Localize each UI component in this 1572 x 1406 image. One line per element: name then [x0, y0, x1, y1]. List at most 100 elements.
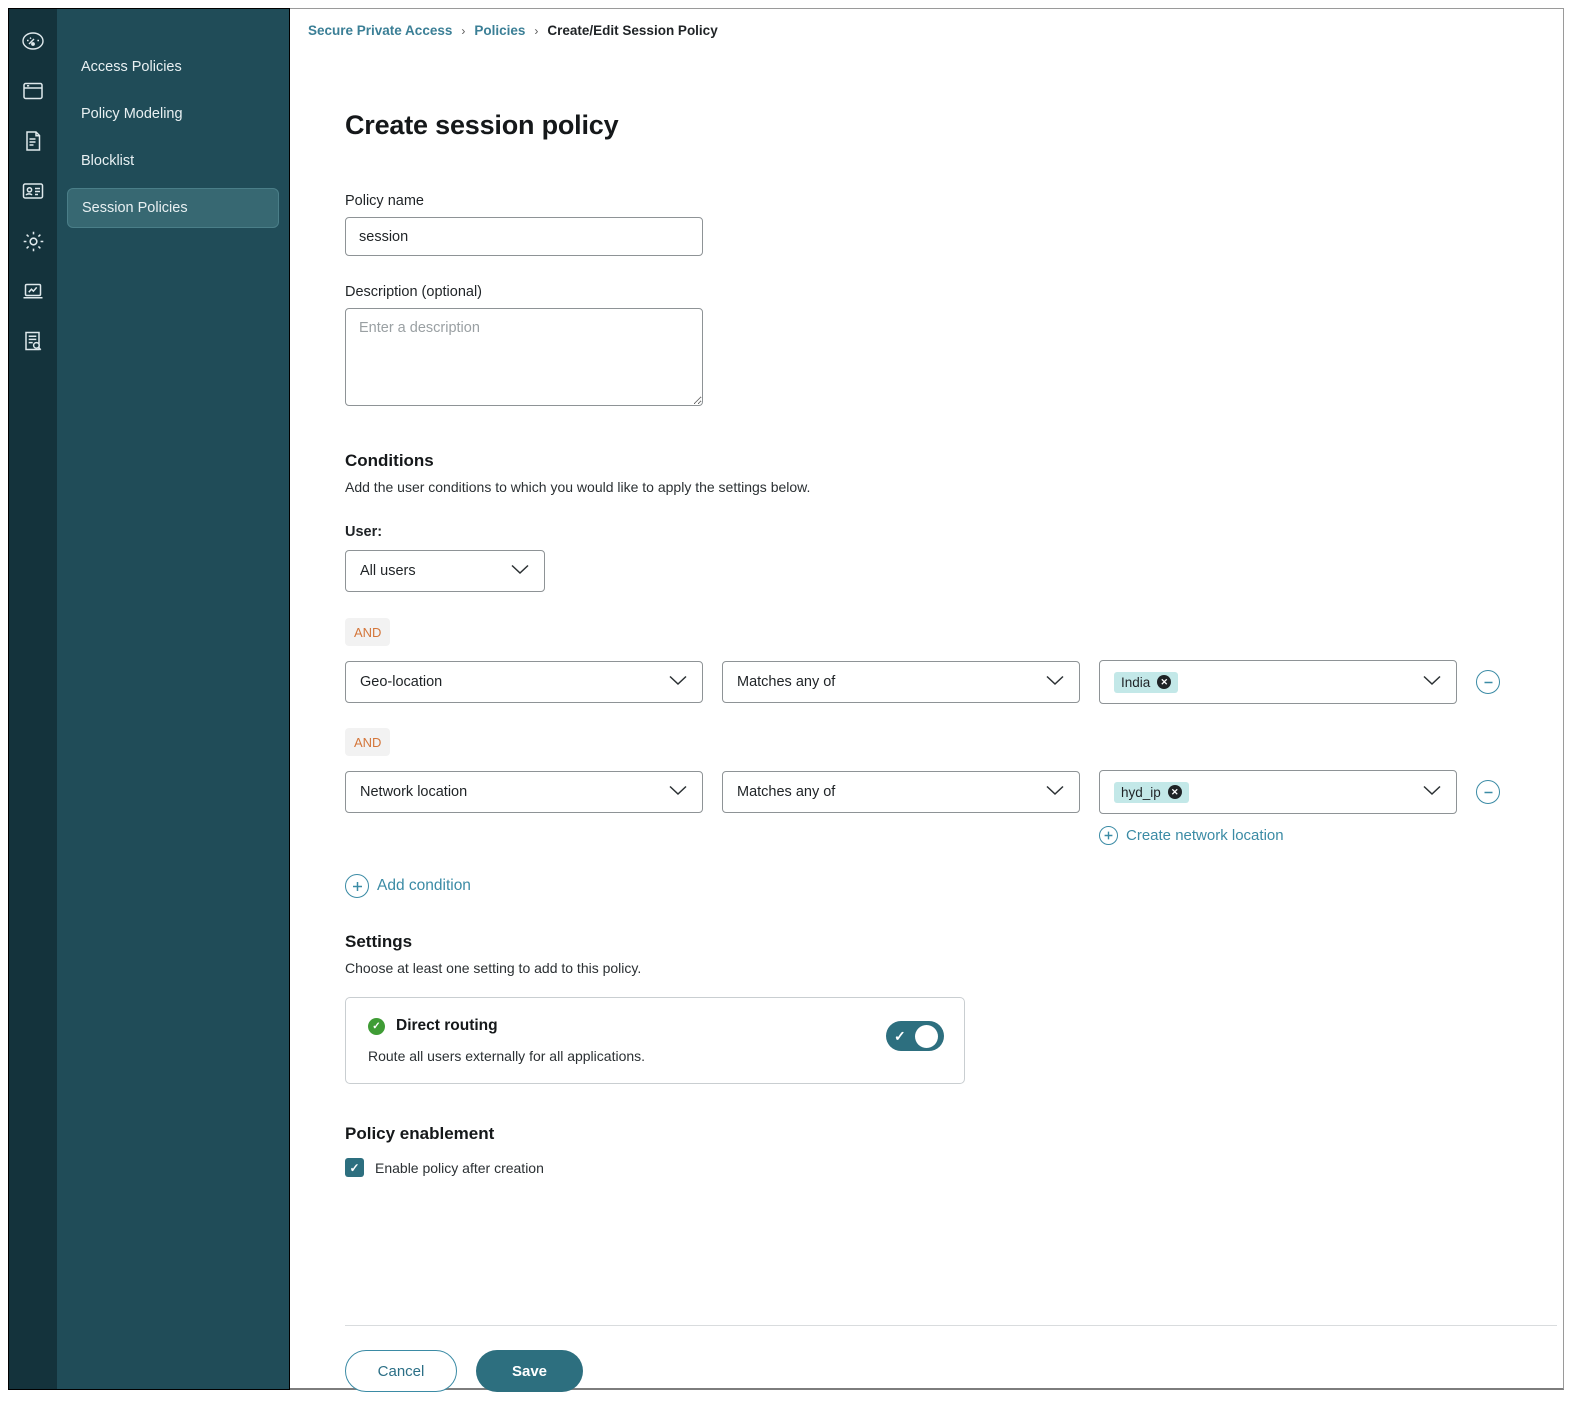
policy-name-input[interactable] — [345, 217, 703, 256]
description-textarea[interactable] — [345, 308, 703, 406]
chip-remove-icon[interactable]: ✕ — [1168, 785, 1182, 799]
app-root: Access Policies Policy Modeling Blocklis… — [0, 0, 1572, 1406]
sidebar-item-label: Policy Modeling — [81, 106, 183, 122]
add-condition-row: Add condition — [345, 874, 1563, 898]
condition-operator-select[interactable]: Matches any of — [722, 661, 1080, 703]
sidebar-item-session-policies[interactable]: Session Policies — [67, 188, 279, 228]
main-panel: Secure Private Access › Policies › Creat… — [290, 8, 1564, 1390]
enable-policy-row[interactable]: ✓ Enable policy after creation — [345, 1158, 1563, 1177]
condition-operator-value: Matches any of — [737, 784, 835, 800]
chevron-down-icon — [1419, 672, 1445, 692]
enable-policy-label: Enable policy after creation — [375, 1160, 544, 1176]
setting-card-title: Direct routing — [396, 1017, 498, 1035]
chevron-down-icon — [1042, 672, 1068, 692]
identity-card-icon[interactable] — [19, 177, 47, 205]
page-title: Create session policy — [345, 110, 1563, 141]
nav-items: Access Policies Policy Modeling Blocklis… — [57, 9, 289, 1389]
icon-rail — [9, 9, 57, 1389]
condition-value-multiselect[interactable]: India ✕ — [1099, 660, 1457, 704]
condition-attribute-select[interactable]: Network location — [345, 771, 703, 813]
breadcrumb: Secure Private Access › Policies › Creat… — [290, 9, 1563, 38]
sidebar-item-access-policies[interactable]: Access Policies — [67, 47, 279, 87]
chevron-down-icon — [1042, 782, 1068, 802]
conditions-title: Conditions — [345, 451, 1563, 471]
user-label: User: — [345, 524, 1563, 540]
user-select-value: All users — [360, 563, 416, 579]
setting-card-direct-routing: ✓ Direct routing Route all users externa… — [345, 997, 965, 1084]
description-label: Description (optional) — [345, 284, 1563, 300]
condition-attribute-value: Geo-location — [360, 674, 442, 690]
policy-document-icon[interactable] — [19, 127, 47, 155]
policy-enablement-section: Policy enablement ✓ Enable policy after … — [345, 1124, 1563, 1177]
conditions-subtitle: Add the user conditions to which you wou… — [345, 479, 1563, 495]
chevron-down-icon — [665, 782, 691, 802]
create-network-location-row: Create network location — [1099, 826, 1563, 846]
left-navigation: Access Policies Policy Modeling Blocklis… — [8, 8, 290, 1390]
create-network-location-label: Create network location — [1126, 827, 1284, 844]
sidebar-item-blocklist[interactable]: Blocklist — [67, 141, 279, 181]
breadcrumb-policies[interactable]: Policies — [474, 23, 525, 38]
setting-card-header: ✓ Direct routing — [368, 1017, 645, 1035]
add-condition-label: Add condition — [377, 877, 471, 895]
chevron-down-icon — [507, 561, 533, 581]
chevron-down-icon — [665, 672, 691, 692]
remove-condition-icon[interactable] — [1476, 670, 1500, 694]
cancel-button[interactable]: Cancel — [345, 1350, 457, 1392]
policy-name-field-group: Policy name — [345, 193, 1563, 256]
value-chip-label: India — [1121, 675, 1150, 690]
setting-card-description: Route all users externally for all appli… — [368, 1048, 645, 1064]
chevron-down-icon — [1419, 782, 1445, 802]
settings-title: Settings — [345, 932, 1563, 952]
description-field-group: Description (optional) — [345, 284, 1563, 411]
condition-row-network-location: Network location Matches any of hyd — [345, 770, 1563, 814]
and-separator: AND — [345, 728, 1563, 756]
condition-attribute-value: Network location — [360, 784, 467, 800]
settings-subtitle: Choose at least one setting to add to th… — [345, 960, 1563, 976]
direct-routing-toggle[interactable]: ✓ — [886, 1021, 944, 1051]
conditions-section: Conditions Add the user conditions to wh… — [345, 451, 1563, 898]
save-button[interactable]: Save — [476, 1350, 583, 1392]
settings-gear-icon[interactable] — [19, 227, 47, 255]
sidebar-item-policy-modeling[interactable]: Policy Modeling — [67, 94, 279, 134]
dashboard-gauge-icon[interactable] — [19, 27, 47, 55]
setting-card-text: ✓ Direct routing Route all users externa… — [368, 1017, 645, 1064]
toggle-knob — [915, 1025, 938, 1048]
add-condition-button[interactable]: Add condition — [345, 874, 471, 898]
sidebar-item-label: Session Policies — [82, 200, 188, 216]
breadcrumb-root[interactable]: Secure Private Access — [308, 23, 452, 38]
condition-attribute-select[interactable]: Geo-location — [345, 661, 703, 703]
and-separator: AND — [345, 618, 1563, 646]
chip-remove-icon[interactable]: ✕ — [1157, 675, 1171, 689]
value-chip: hyd_ip ✕ — [1114, 782, 1189, 803]
toggle-check-icon: ✓ — [894, 1029, 906, 1043]
user-select[interactable]: All users — [345, 550, 545, 592]
breadcrumb-separator-icon: › — [534, 24, 538, 38]
form-content: Create session policy Policy name Descri… — [290, 110, 1563, 1177]
device-posture-laptop-icon[interactable] — [19, 277, 47, 305]
value-chip: India ✕ — [1114, 672, 1178, 693]
condition-row-geo-location: Geo-location Matches any of India — [345, 660, 1563, 704]
condition-value-multiselect[interactable]: hyd_ip ✕ — [1099, 770, 1457, 814]
and-pill-label: AND — [345, 728, 390, 756]
footer-actions: Cancel Save — [345, 1350, 583, 1392]
remove-condition-icon[interactable] — [1476, 780, 1500, 804]
sidebar-item-label: Access Policies — [81, 59, 182, 75]
applications-window-icon[interactable] — [19, 77, 47, 105]
plus-icon — [345, 874, 369, 898]
value-chip-label: hyd_ip — [1121, 785, 1161, 800]
footer-divider — [345, 1325, 1557, 1326]
condition-operator-value: Matches any of — [737, 674, 835, 690]
settings-section: Settings Choose at least one setting to … — [345, 932, 1563, 1084]
policy-enablement-title: Policy enablement — [345, 1124, 1563, 1144]
plus-icon — [1099, 826, 1118, 845]
check-circle-icon: ✓ — [368, 1018, 385, 1035]
enable-policy-checkbox[interactable]: ✓ — [345, 1158, 364, 1177]
diagnostics-log-search-icon[interactable] — [19, 327, 47, 355]
policy-name-label: Policy name — [345, 193, 1563, 209]
create-network-location-link[interactable]: Create network location — [1099, 826, 1284, 845]
and-pill-label: AND — [345, 618, 390, 646]
breadcrumb-current: Create/Edit Session Policy — [547, 23, 717, 38]
sidebar-item-label: Blocklist — [81, 153, 134, 169]
condition-operator-select[interactable]: Matches any of — [722, 771, 1080, 813]
breadcrumb-separator-icon: › — [461, 24, 465, 38]
